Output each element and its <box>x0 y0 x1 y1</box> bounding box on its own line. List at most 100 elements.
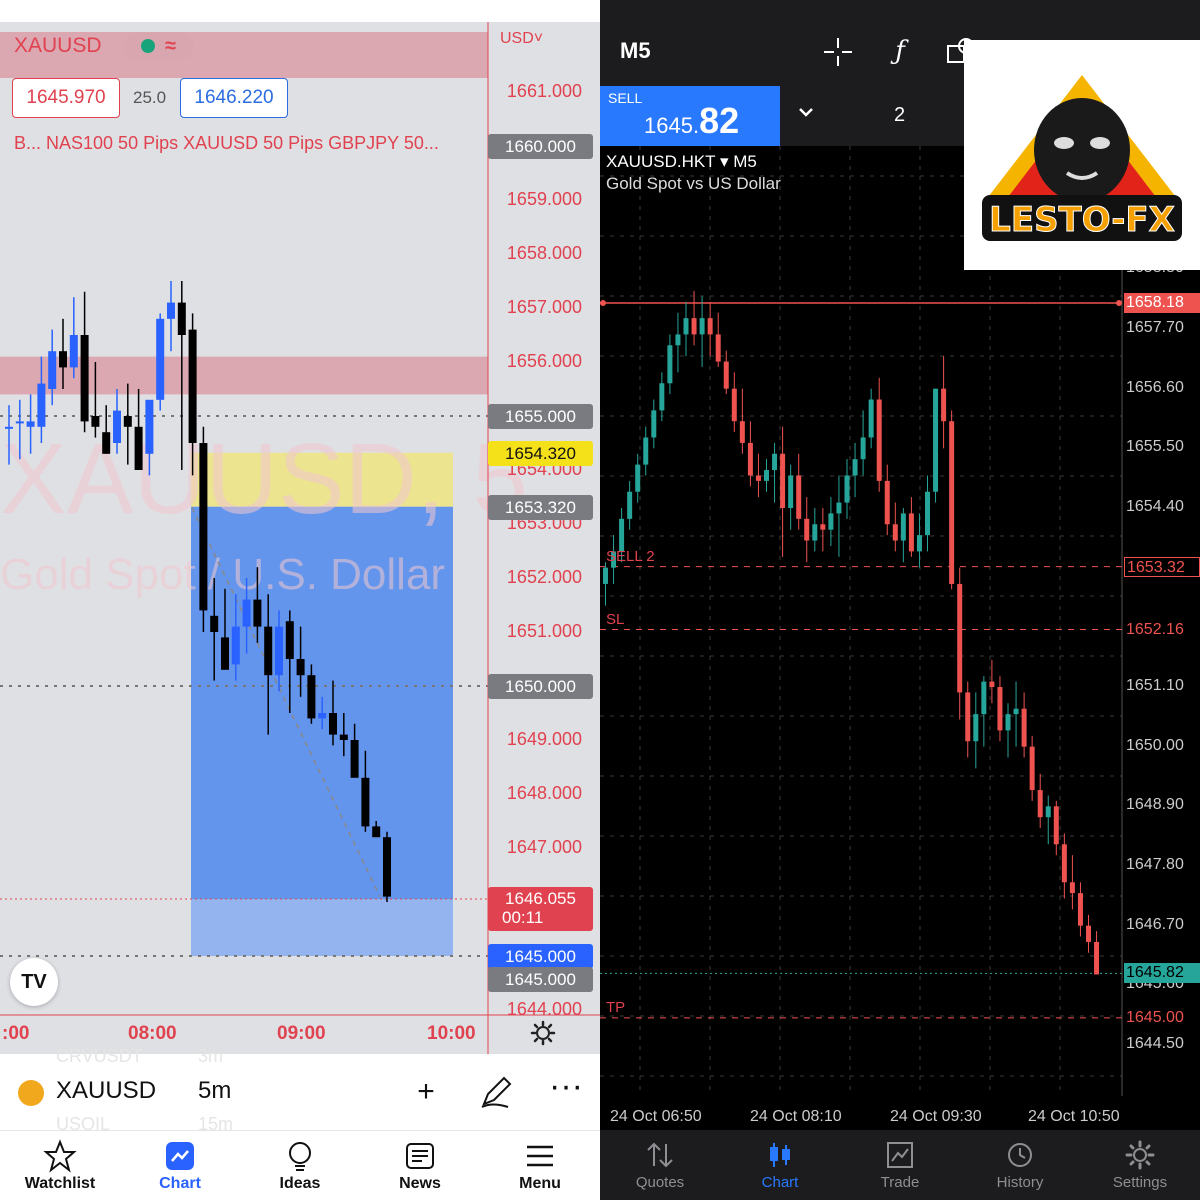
price-label: 1653.320 <box>488 494 593 520</box>
candle <box>812 508 818 552</box>
crosshair-icon[interactable] <box>822 36 854 68</box>
price-tick: 1650.00 <box>1126 736 1184 754</box>
tab-label: Menu <box>519 1175 561 1192</box>
candle <box>739 388 745 454</box>
sell-price-prefix: 1645. <box>644 113 700 138</box>
candle <box>383 831 391 902</box>
mt-symbol-description: Gold Spot vs US Dollar <box>606 174 781 193</box>
pen-icon[interactable] <box>478 1074 514 1110</box>
sell-button[interactable]: SELL 1645.82 <box>600 86 780 146</box>
lesto-fx-logo: LESTO-FX <box>964 40 1200 270</box>
candle <box>675 312 681 373</box>
symbol-selector[interactable]: XAUUSD <box>56 1077 156 1105</box>
price-tick: 1654.40 <box>1126 498 1184 515</box>
price-label: 1660.000 <box>488 134 593 159</box>
chart-icon <box>166 1142 194 1170</box>
candle <box>69 297 78 379</box>
candle <box>925 475 930 552</box>
tab-history[interactable]: History <box>960 1130 1080 1200</box>
sl-label: SL <box>606 610 625 628</box>
currency-selector[interactable]: USD˅ <box>500 30 543 48</box>
price-box: 1645.82 <box>1124 963 1200 984</box>
market-open-icon <box>141 39 156 53</box>
time-tick: :00 <box>2 1023 30 1044</box>
candle <box>683 301 689 357</box>
candle <box>844 459 850 519</box>
bulb-icon <box>289 1142 311 1171</box>
time-tick: 10:00 <box>427 1023 476 1044</box>
tab-settings[interactable]: Settings <box>1080 1130 1200 1200</box>
currency-label: USD <box>500 30 534 47</box>
plus-icon[interactable]: + <box>408 1074 444 1110</box>
price-tick: 1647.80 <box>1126 856 1184 873</box>
time-tick: 24 Oct 08:10 <box>750 1108 842 1125</box>
tab-trade[interactable]: Trade <box>840 1130 960 1200</box>
candle <box>860 410 866 476</box>
tradingview-logo[interactable]: TV <box>10 958 58 1006</box>
tab-quotes[interactable]: Quotes <box>600 1130 720 1200</box>
tab-menu[interactable]: Menu <box>480 1131 600 1200</box>
gold-icon <box>18 1080 44 1106</box>
tab-chart[interactable]: Chart <box>720 1130 840 1200</box>
candle <box>965 681 971 758</box>
lot-size-field[interactable]: 2 <box>894 104 905 127</box>
tab-news[interactable]: News <box>360 1131 480 1200</box>
mt-chart-svg[interactable] <box>600 146 1200 1130</box>
price-tick: 1649.000 <box>506 729 582 749</box>
candle <box>908 497 914 557</box>
candle <box>868 388 874 449</box>
price-tick: 1661.000 <box>506 81 582 101</box>
tab-label: Watchlist <box>24 1175 96 1192</box>
mt-chart-area[interactable] <box>600 146 1200 1130</box>
candle <box>796 453 802 530</box>
tab-watchlist[interactable]: Watchlist <box>0 1131 120 1200</box>
tv-market-status[interactable]: ≈ <box>123 32 194 60</box>
candle <box>635 453 641 503</box>
candle <box>1005 703 1011 758</box>
tab-chart[interactable]: Chart <box>120 1131 240 1200</box>
menu-icon <box>527 1145 553 1167</box>
wave-icon: ≈ <box>165 34 177 57</box>
indicator-legend[interactable]: B... NAS100 50 Pips XAUUSD 50 Pips GBPJP… <box>14 133 439 154</box>
history-icon <box>1008 1143 1032 1167</box>
price-tick: 1644.000 <box>506 999 582 1019</box>
candle <box>747 421 753 487</box>
news-icon <box>406 1143 434 1169</box>
chevron-down-icon: ˅ <box>533 30 544 47</box>
candle <box>836 475 842 557</box>
sell-price-button[interactable]: 1645.970 <box>12 78 120 118</box>
candle <box>715 312 721 367</box>
time-tick: 24 Oct 09:30 <box>890 1108 982 1125</box>
tv-symbol-title[interactable]: XAUUSD <box>14 34 102 58</box>
candle <box>723 350 729 395</box>
price-tick: 1648.000 <box>506 783 582 803</box>
star-icon <box>43 1139 77 1173</box>
more-icon[interactable]: ··· <box>548 1067 584 1105</box>
sell-price: 1645.82 <box>644 100 739 142</box>
candle <box>973 692 979 769</box>
price-box: 1658.18 <box>1124 292 1200 313</box>
metatrader-panel: M5 ƒ SELL 1645.82 2 XAUUSD.HKT ▾ M5 Gold… <box>600 0 1200 1200</box>
sell-price-big: 82 <box>699 100 740 141</box>
line-handle <box>1116 299 1122 306</box>
timeframe-button[interactable]: M5 <box>620 38 651 64</box>
buy-price-button[interactable]: 1646.220 <box>180 78 288 118</box>
tab-label: Settings <box>1112 1174 1168 1191</box>
logo-text: LESTO-FX <box>989 200 1175 240</box>
candle <box>772 442 778 503</box>
chevron-down-icon[interactable] <box>796 102 816 128</box>
candle <box>933 388 939 503</box>
candle <box>828 497 834 546</box>
price-tick: 1655.50 <box>1126 438 1184 456</box>
candle <box>957 567 963 720</box>
price-tick: 1651.000 <box>506 621 582 641</box>
timeframe-selector[interactable]: 5m <box>198 1077 231 1105</box>
tab-label: News <box>399 1175 441 1192</box>
indicator-icon[interactable]: ƒ <box>884 36 916 68</box>
gear-icon[interactable] <box>530 1020 556 1046</box>
price-tick: 1644.50 <box>1126 1035 1184 1052</box>
time-tick: 09:00 <box>277 1023 326 1044</box>
quotes-icon <box>647 1142 673 1168</box>
tab-ideas[interactable]: Ideas <box>240 1131 360 1200</box>
price-box: 1652.16 <box>1124 619 1200 640</box>
